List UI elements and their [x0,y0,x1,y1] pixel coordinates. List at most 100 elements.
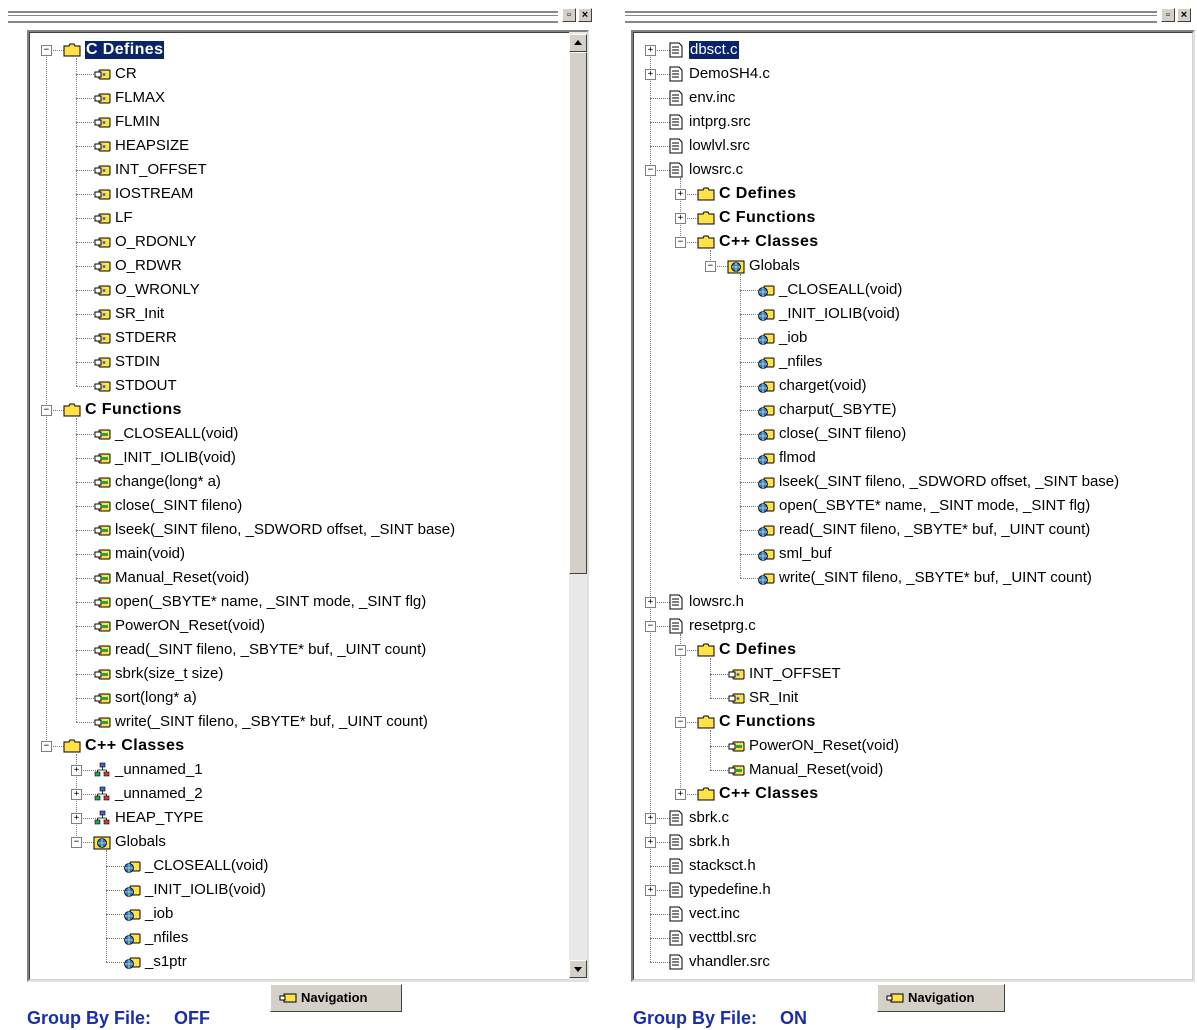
expand-icon[interactable]: + [645,597,656,608]
tree-item-c-functions[interactable]: + C Functions [633,206,1173,230]
drag-grip[interactable] [625,11,1157,23]
expand-icon[interactable]: + [645,885,656,896]
expand-icon[interactable]: + [675,189,686,200]
tree-item-lowsrc-h[interactable]: + lowsrc.h [633,590,1173,614]
tree-item-lf[interactable]: LF [29,206,567,230]
collapse-icon[interactable]: − [645,165,656,176]
tree-item-c-classes[interactable]: + C++ Classes [633,782,1173,806]
tree-item-s1ptr[interactable]: _s1ptr [29,950,567,974]
expand-icon[interactable]: + [675,213,686,224]
expand-icon[interactable]: + [675,789,686,800]
tree-item-sbrk-h[interactable]: + sbrk.h [633,830,1173,854]
tree-item-o-rdwr[interactable]: O_RDWR [29,254,567,278]
tree-item-intprg-src[interactable]: intprg.src [633,110,1173,134]
drag-grip[interactable] [8,11,558,23]
tree-item-closeall-void[interactable]: _CLOSEALL(void) [29,422,567,446]
tree-item-c-functions[interactable]: − C Functions [29,398,567,422]
tree-item-lowsrc-c[interactable]: − lowsrc.c [633,158,1173,182]
collapse-icon[interactable]: − [705,261,716,272]
tree-item-sbrk-c[interactable]: + sbrk.c [633,806,1173,830]
tree-item-lseek-sint-fileno-sdword-offset-sint-base[interactable]: lseek(_SINT fileno, _SDWORD offset, _SIN… [29,518,567,542]
tree-item-c-classes[interactable]: − C++ Classes [29,734,567,758]
tree-item-iob[interactable]: _iob [633,326,1173,350]
tree-item-main-void[interactable]: main(void) [29,542,567,566]
tree-item-close-sint-fileno[interactable]: close(_SINT fileno) [29,494,567,518]
collapse-icon[interactable]: − [41,741,52,752]
tree-item-open-sbyte-name-sint-mode-sint-flg[interactable]: open(_SBYTE* name, _SINT mode, _SINT flg… [633,494,1173,518]
tree-item-init-iolib-void[interactable]: _INIT_IOLIB(void) [29,878,567,902]
tree-item-poweron-reset-void[interactable]: PowerON_Reset(void) [29,614,567,638]
expand-icon[interactable]: + [71,765,82,776]
tree-item-flmod[interactable]: flmod [633,446,1173,470]
tree-item-int-offset[interactable]: INT_OFFSET [633,662,1173,686]
tree-item-sbrk-size-t-size[interactable]: sbrk(size_t size) [29,662,567,686]
tree-item-sml-buf[interactable]: sml_buf [633,542,1173,566]
tree-item-stderr[interactable]: STDERR [29,326,567,350]
tree-item-globals[interactable]: − Globals [633,254,1173,278]
restore-icon[interactable]: ▫ [1161,8,1175,22]
tree-item-charput-sbyte[interactable]: charput(_SBYTE) [633,398,1173,422]
tree-item-demosh4-c[interactable]: + DemoSH4.c [633,62,1173,86]
expand-icon[interactable]: + [645,813,656,824]
tree-item-int-offset[interactable]: INT_OFFSET [29,158,567,182]
tree-item-close-sint-fileno[interactable]: close(_SINT fileno) [633,422,1173,446]
tree-item-manual-reset-void[interactable]: Manual_Reset(void) [633,758,1173,782]
left-panel-titlebar[interactable]: ▫ × [8,8,594,24]
vertical-scrollbar[interactable] [569,32,587,980]
tree-item-c-defines[interactable]: + C Defines [633,182,1173,206]
tree-item-charget-void[interactable]: charget(void) [633,374,1173,398]
tree-item-closeall-void[interactable]: _CLOSEALL(void) [633,278,1173,302]
tree-item-iob[interactable]: _iob [29,902,567,926]
tree-item-flmax[interactable]: FLMAX [29,86,567,110]
tree-item-sr-init[interactable]: SR_Init [29,302,567,326]
tree-item-vhandler-src[interactable]: vhandler.src [633,950,1173,974]
expand-icon[interactable]: + [71,789,82,800]
tree-item-c-classes[interactable]: − C++ Classes [633,230,1173,254]
tree-item-stdout[interactable]: STDOUT [29,374,567,398]
collapse-icon[interactable]: − [71,837,82,848]
tree-item-typedefine-h[interactable]: + typedefine.h [633,878,1173,902]
tree-item-init-iolib-void[interactable]: _INIT_IOLIB(void) [633,302,1173,326]
tree-item-lowlvl-src[interactable]: lowlvl.src [633,134,1173,158]
collapse-icon[interactable]: − [41,45,52,56]
tree-item-unnamed-1[interactable]: + _unnamed_1 [29,758,567,782]
tree-item-sort-long-a[interactable]: sort(long* a) [29,686,567,710]
collapse-icon[interactable]: − [675,645,686,656]
tree-item-write-sint-fileno-sbyte-buf-uint-count[interactable]: write(_SINT fileno, _SBYTE* buf, _UINT c… [633,566,1173,590]
tree-item-vecttbl-src[interactable]: vecttbl.src [633,926,1173,950]
tree-item-c-functions[interactable]: − C Functions [633,710,1173,734]
scroll-down-button[interactable] [569,960,587,978]
tree-item-heapsize[interactable]: HEAPSIZE [29,134,567,158]
tree-item-init-iolib-void[interactable]: _INIT_IOLIB(void) [29,446,567,470]
right-panel-titlebar[interactable]: ▫ × [625,8,1193,24]
expand-icon[interactable]: + [645,837,656,848]
left-tree-view[interactable]: − C Defines CR FLMAX FLMIN HEAPSIZE INT_OFFSET… [27,30,589,982]
collapse-icon[interactable]: − [645,621,656,632]
tree-item-resetprg-c[interactable]: − resetprg.c [633,614,1173,638]
tree-item-stacksct-h[interactable]: stacksct.h [633,854,1173,878]
collapse-icon[interactable]: − [675,717,686,728]
tree-item-c-defines[interactable]: − C Defines [29,38,567,62]
tree-item-manual-reset-void[interactable]: Manual_Reset(void) [29,566,567,590]
scrollbar-thumb[interactable] [569,52,587,574]
expand-icon[interactable]: + [645,45,656,56]
tree-item-unnamed-2[interactable]: + _unnamed_2 [29,782,567,806]
navigation-tab[interactable]: Navigation [877,984,1005,1012]
close-icon[interactable]: × [1177,8,1191,22]
tree-item-o-rdonly[interactable]: O_RDONLY [29,230,567,254]
tree-item-heap-type[interactable]: + HEAP_TYPE [29,806,567,830]
scroll-up-button[interactable] [569,34,587,52]
close-icon[interactable]: × [578,8,592,22]
navigation-tab[interactable]: Navigation [270,984,402,1012]
tree-item-nfiles[interactable]: _nfiles [29,926,567,950]
tree-item-lseek-sint-fileno-sdword-offset-sint-base[interactable]: lseek(_SINT fileno, _SDWORD offset, _SIN… [633,470,1173,494]
tree-item-globals[interactable]: − Globals [29,830,567,854]
tree-item-dbsct-c[interactable]: + dbsct.c [633,38,1173,62]
restore-icon[interactable]: ▫ [562,8,576,22]
tree-item-o-wronly[interactable]: O_WRONLY [29,278,567,302]
expand-icon[interactable]: + [71,813,82,824]
tree-item-read-sint-fileno-sbyte-buf-uint-count[interactable]: read(_SINT fileno, _SBYTE* buf, _UINT co… [29,638,567,662]
right-tree-view[interactable]: + dbsct.c + DemoSH4.c env.inc intprg.src lowlv… [631,30,1195,982]
tree-item-nfiles[interactable]: _nfiles [633,350,1173,374]
tree-item-read-sint-fileno-sbyte-buf-uint-count[interactable]: read(_SINT fileno, _SBYTE* buf, _UINT co… [633,518,1173,542]
